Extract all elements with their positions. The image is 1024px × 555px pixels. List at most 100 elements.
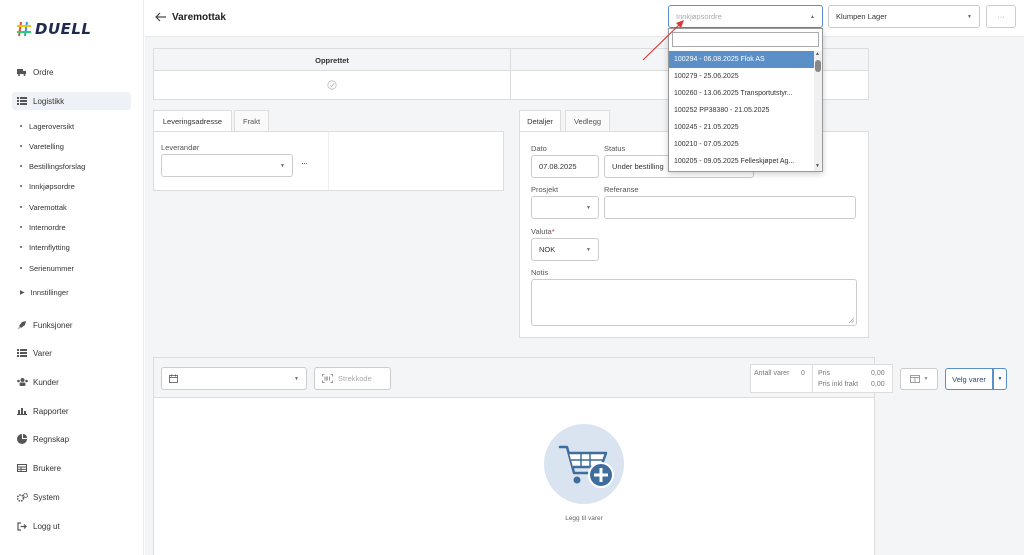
sidebar-item-varer[interactable]: Varer [12,344,131,362]
scroll-down-icon[interactable]: ▼ [815,163,820,169]
page-title: Varemottak [172,12,226,23]
sidebar-subitem-internflytting[interactable]: Internflytting [20,240,130,254]
add-to-cart-icon[interactable] [543,423,625,507]
status-value: Under bestilling [612,162,664,171]
list-icon [16,96,28,106]
price-freight-label: Pris inkl frakt [818,381,859,388]
sidebar-item-label: Brukere [33,463,62,473]
sidebar-item-label: Ordre [33,67,54,77]
sidebar-item-rapporter[interactable]: Rapporter [12,402,131,420]
caret-down-icon: ▼ [923,376,929,382]
currency-select[interactable]: NOK ▼ [531,238,599,261]
back-arrow-icon[interactable] [155,11,167,25]
dropdown-option[interactable]: 100252 PP38380 - 21.05.2025 [669,102,814,119]
table-icon [16,463,28,473]
choose-items-caret-button[interactable]: ▼ [993,368,1007,390]
chevron-right-icon: ▶ [20,289,25,296]
sidebar-subitem-innkjopsordre[interactable]: Innkjøpsordre [20,179,130,193]
sidebar-item-label: Regnskap [33,434,70,444]
sidebar-subitem-internordre[interactable]: Internordre [20,220,130,234]
sidebar-item-funksjoner[interactable]: Funksjoner [12,316,131,334]
sidebar-subitem-bestillingsforslag[interactable]: Bestillingsforslag [20,159,130,173]
tab-vedlegg[interactable]: Vedlegg [565,110,610,132]
price-value: 0,00 [871,370,885,377]
caret-down-icon: ▼ [280,162,285,169]
columns-button[interactable]: ▼ [900,368,938,390]
dropdown-option[interactable]: 100294 - 06.08.2025 Flok AS [669,51,814,68]
calendar-icon [169,374,178,383]
item-count-label: Antall varer [754,370,790,377]
caret-down-icon: ▼ [586,246,591,253]
tab-frakt[interactable]: Frakt [234,110,269,132]
sidebar-item-label: Logg ut [33,521,60,531]
date-input[interactable]: 07.08.2025 [531,155,599,178]
annotation-arrow-icon [642,20,684,61]
tab-leveringsadresse[interactable]: Leveringsadresse [153,110,232,132]
required-mark: * [551,227,555,236]
dropdown-option[interactable]: 100210 - 07.05.2025 [669,136,814,153]
sidebar: DUELL Ordre Logistikk Lageroversikt Vare… [0,0,144,555]
purchase-order-dropdown: 100294 - 06.08.2025 Flok AS 100279 - 25.… [668,28,823,172]
purchase-order-select[interactable]: Innkjøpsordre ▲ [668,5,823,28]
warehouse-select[interactable]: Klumpen Lager ▼ [828,5,980,28]
sidebar-subitem-varemottak[interactable]: Varemottak [20,200,130,214]
reference-label: Referanse [604,185,639,194]
pie-chart-icon [16,434,28,444]
project-select[interactable]: ▼ [531,196,599,219]
date-filter-select[interactable]: ▼ [161,367,307,390]
currency-label: Valuta* [531,227,555,236]
sidebar-item-kunder[interactable]: Kunder [12,373,131,391]
reference-input[interactable] [604,196,856,219]
sidebar-item-label: System [33,492,60,502]
sidebar-subitem-lageroversikt[interactable]: Lageroversikt [20,119,130,133]
sidebar-item-system[interactable]: System [12,488,131,506]
dropdown-option[interactable]: 100245 - 21.05.2025 [669,119,814,136]
sidebar-item-label: Kunder [33,377,59,387]
caret-up-icon: ▲ [810,13,815,20]
sidebar-item-label: Logistikk [33,96,65,106]
status-label: Status [604,144,626,153]
check-circle-icon [327,80,337,92]
supplier-more-button[interactable]: ··· [301,158,308,168]
dropdown-option[interactable]: 100279 - 25.06.2025 [669,68,814,85]
more-options-button[interactable]: ··· [986,5,1016,28]
sidebar-item-logistikk[interactable]: Logistikk [12,92,131,110]
logo[interactable]: DUELL [16,18,96,40]
sidebar-item-regnskap[interactable]: Regnskap [12,430,131,448]
date-label: Dato [531,144,547,153]
empty-state-text: Legg til varer [565,515,603,522]
project-label: Prosjekt [531,185,559,194]
supplier-select[interactable]: ▼ [161,154,293,177]
rocket-icon [16,320,28,330]
truck-icon [16,67,28,77]
sidebar-item-logg-ut[interactable]: Logg ut [12,517,131,535]
sidebar-subitem-varetelling[interactable]: Varetelling [20,139,130,153]
sidebar-subitem-innstillinger[interactable]: ▶ Innstillinger [20,285,130,299]
price-freight-value: 0,00 [871,381,885,388]
sidebar-item-label: Funksjoner [33,320,73,330]
gears-icon [16,492,28,502]
barcode-input[interactable]: Strekkode [314,367,391,390]
step-opprettet-label: Opprettet [315,56,349,65]
tab-detaljer[interactable]: Detaljer [519,110,561,132]
sidebar-item-brukere[interactable]: Brukere [12,459,131,477]
choose-items-button[interactable]: Velg varer [945,368,993,390]
notes-textarea[interactable] [531,279,857,326]
item-count-value: 0 [801,370,805,377]
dropdown-option[interactable]: 100260 - 13.06.2025 Transportutstyr... [669,85,814,102]
users-icon [16,377,28,387]
logout-icon [16,521,28,531]
dropdown-scrollbar[interactable]: ▲ ▼ [814,51,822,171]
sidebar-item-label: Rapporter [33,406,69,416]
scrollbar-thumb[interactable] [815,60,821,72]
sidebar-subitem-serienummer[interactable]: Serienummer [20,261,130,275]
bar-chart-icon [16,406,28,416]
sidebar-item-ordre[interactable]: Ordre [12,63,131,81]
price-label: Pris [818,370,831,377]
dropdown-search-input[interactable] [672,32,819,47]
resize-handle-icon[interactable] [848,317,854,323]
dropdown-option[interactable]: 100205 - 09.05.2025 Felleskjøpet Ag... [669,153,814,170]
date-value: 07.08.2025 [539,162,577,171]
warehouse-value: Klumpen Lager [836,12,887,21]
scroll-up-icon[interactable]: ▲ [815,51,820,57]
